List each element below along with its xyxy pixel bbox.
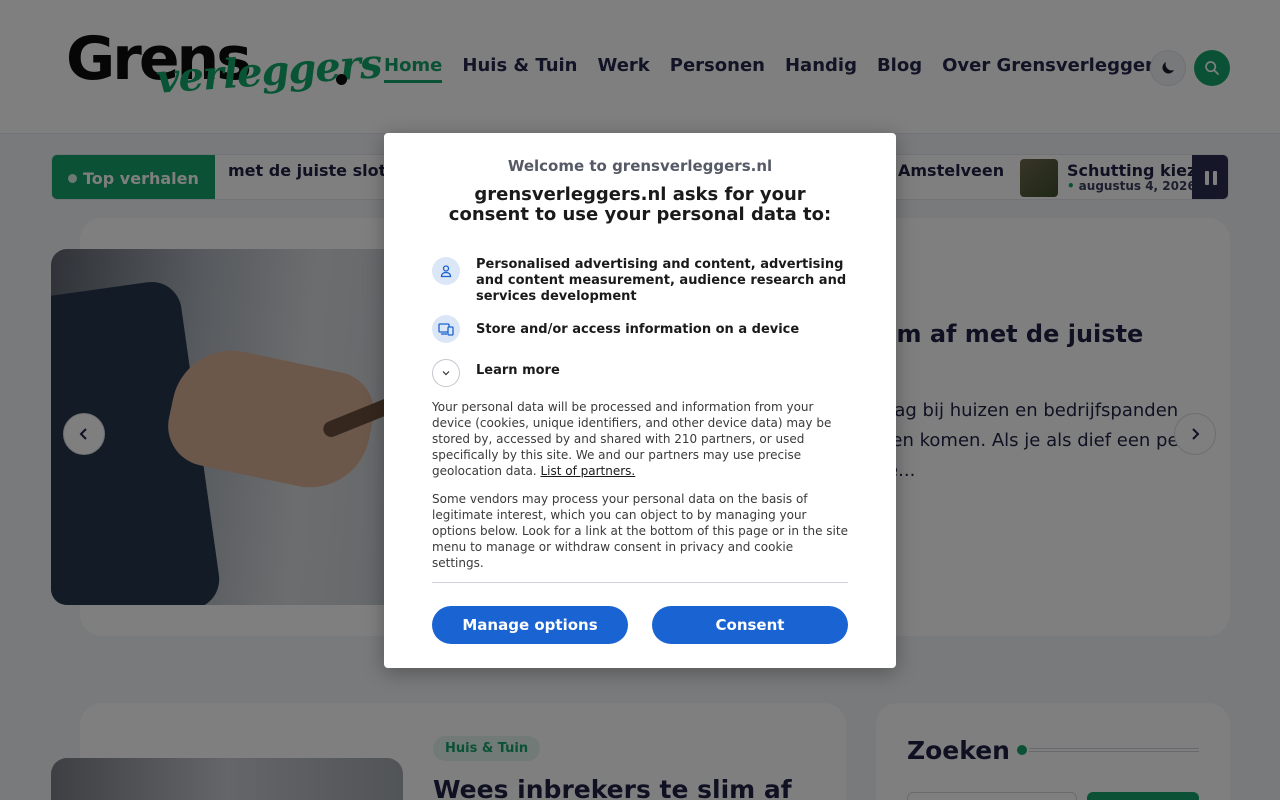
device-icon: [432, 315, 460, 343]
legitimate-interest-text: Some vendors may process your personal d…: [432, 492, 848, 570]
manage-options-button[interactable]: Manage options: [432, 606, 628, 644]
consent-description: Your personal data will be processed and…: [432, 399, 848, 479]
consent-button[interactable]: Consent: [652, 606, 848, 644]
purpose-text: Store and/or access information on a dev…: [476, 322, 800, 337]
person-icon: [432, 257, 460, 285]
consent-dialog: Welcome to grensverleggers.nl grensverle…: [384, 133, 896, 668]
partners-link[interactable]: List of partners.: [540, 464, 635, 478]
learn-more-label: Learn more: [476, 363, 560, 378]
purpose-text: Personalised advertising and content, ad…: [476, 257, 847, 304]
consent-heading: grensverleggers.nl asks for your consent…: [448, 184, 832, 225]
chevron-down-icon: [432, 359, 460, 387]
consent-welcome: Welcome to grensverleggers.nl: [507, 157, 773, 175]
dialog-divider: [432, 582, 848, 583]
